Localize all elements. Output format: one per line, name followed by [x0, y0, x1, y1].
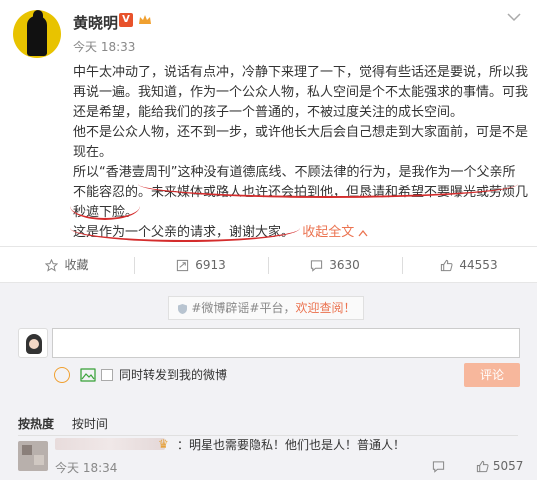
comment-list: 按热度 按时间 ♛ ：明星也需要隐私！他们也是人！普通人！ 今天 18:34 5… — [0, 397, 537, 480]
author-name[interactable]: 黄晓明 — [73, 12, 118, 33]
comment-compose-area: #微博辟谣#平台，欢迎查阅！ 同时转发到我的微博 评论 — [0, 283, 537, 397]
member-crown-icon — [139, 15, 151, 24]
image-icon[interactable] — [80, 368, 96, 382]
notice-link[interactable]: 欢迎查阅！ — [295, 301, 355, 315]
comment-text: ：明星也需要隐私！他们也是人！普通人！ — [177, 438, 406, 452]
post-time[interactable]: 今天 18:33 — [73, 38, 135, 55]
comment-icon — [432, 461, 445, 473]
comment-like-count: 5057 — [492, 459, 524, 473]
repost-button[interactable]: 6913 — [134, 247, 268, 283]
repost-icon — [177, 259, 189, 272]
comment-icon — [311, 260, 323, 272]
comment-button[interactable]: 3630 — [268, 247, 402, 283]
comment-count: 3630 — [329, 258, 360, 272]
avatar-silhouette-body — [27, 16, 47, 56]
tab-hot[interactable]: 按热度 — [18, 415, 54, 432]
share-label[interactable]: 同时转发到我的微博 — [119, 366, 227, 383]
author-avatar[interactable] — [13, 10, 61, 58]
favorite-button[interactable]: 收藏 — [0, 247, 134, 283]
action-bar: 收藏 6913 3630 44553 — [0, 246, 537, 283]
current-user-avatar — [18, 328, 48, 358]
thumbs-up-icon — [476, 460, 489, 473]
post-paragraph-1: 中午太冲动了，说话有点冲，冷静下来理了一下，觉得有些话还是要说，所以我再说一遍。… — [73, 65, 529, 120]
comment-like-button[interactable]: 5057 — [476, 459, 523, 473]
collapse-link[interactable]: 收起全文 — [302, 225, 368, 240]
notice-text: #微博辟谣#平台， — [191, 301, 296, 315]
collapse-label[interactable]: 收起全文 — [302, 225, 354, 240]
tab-time[interactable]: 按时间 — [72, 415, 108, 432]
comment-input[interactable] — [52, 328, 520, 358]
post-body: 中午太冲动了，说话有点冲，冷静下来理了一下，觉得有些话还是要说，所以我再说一遍。… — [73, 63, 528, 243]
avatar-block — [22, 445, 32, 455]
commenter-name-blurred — [55, 438, 165, 450]
repost-count: 6913 — [195, 258, 226, 272]
chevron-up-icon[interactable] — [358, 229, 368, 237]
post-paragraph-2: 他不是公众人物，还不到一步，或许他长大后会自己想走到大家面前，可是不是现在。 — [73, 125, 529, 160]
comment-time: 今天 18:34 — [55, 461, 118, 475]
thumbs-up-icon — [441, 259, 453, 272]
post-header: 黄晓明 V 今天 18:33 — [0, 0, 537, 62]
chevron-down-icon[interactable] — [505, 10, 523, 24]
emoji-icon[interactable] — [54, 367, 70, 383]
commenter-avatar[interactable] — [18, 441, 48, 471]
comment-reply-button[interactable] — [432, 459, 445, 473]
like-count: 44553 — [459, 258, 498, 272]
rumor-notice: #微博辟谣#平台，欢迎查阅！ — [168, 296, 364, 320]
fan-badge-icon: ♛ — [158, 437, 169, 451]
submit-comment-button[interactable]: 评论 — [464, 363, 520, 387]
share-checkbox[interactable] — [101, 369, 113, 381]
verified-badge: V — [119, 13, 133, 27]
favorite-label: 收藏 — [64, 258, 89, 272]
avatar-block — [34, 455, 44, 465]
comment-sort-tabs: 按热度 按时间 — [18, 415, 122, 432]
avatar-face — [29, 339, 39, 349]
like-button[interactable]: 44553 — [402, 247, 536, 283]
star-icon — [45, 259, 59, 272]
shield-icon — [177, 303, 187, 314]
